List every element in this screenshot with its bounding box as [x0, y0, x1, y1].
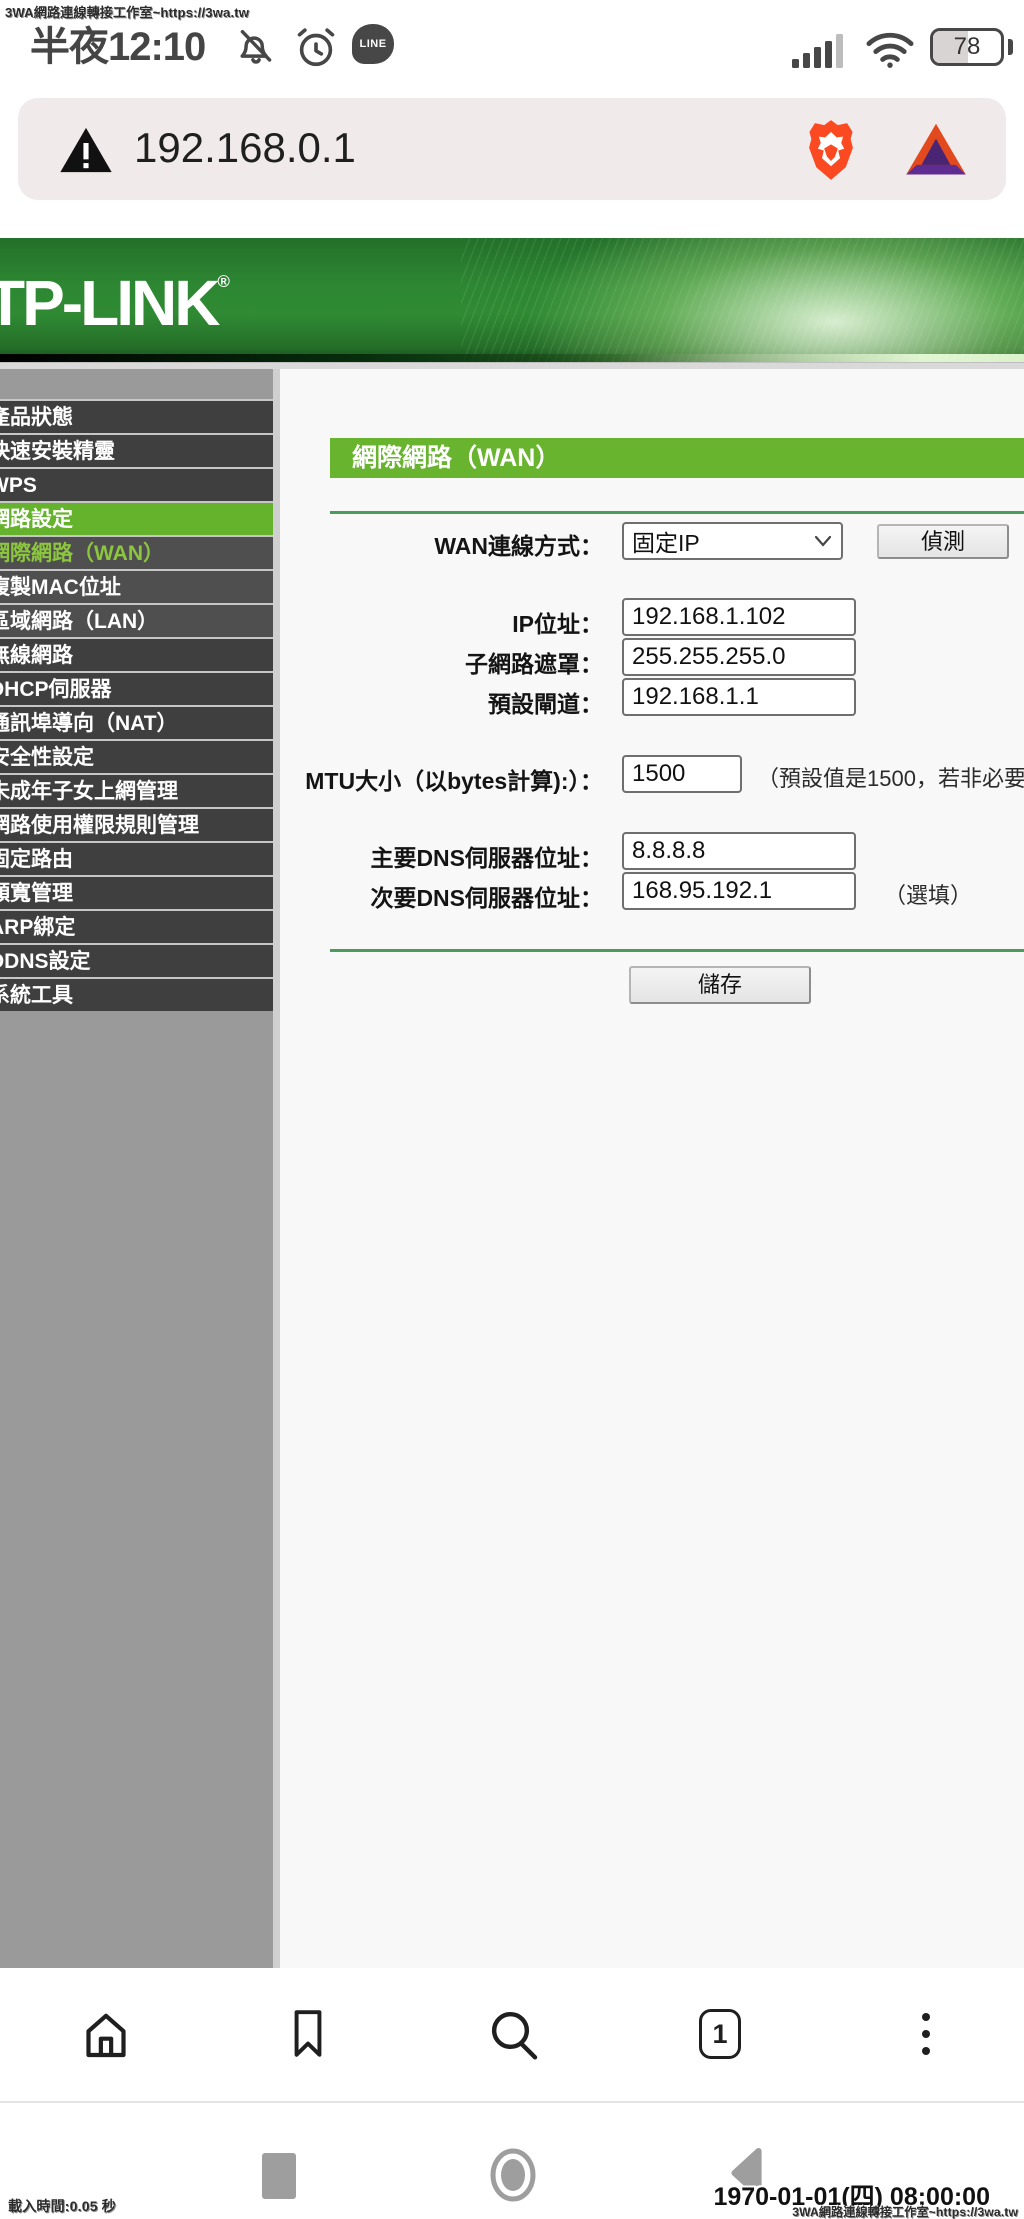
sidebar-item-wan[interactable]: 網際網路（WAN）: [0, 535, 273, 569]
sidebar-item-mac-clone[interactable]: 複製MAC位址: [0, 569, 273, 603]
search-button[interactable]: [482, 2002, 546, 2066]
dns2-input[interactable]: [622, 872, 856, 910]
home-circle-icon[interactable]: [489, 2147, 537, 2203]
detect-button[interactable]: 偵測: [877, 524, 1009, 559]
sidebar-item-system-tools[interactable]: 系統工具: [0, 977, 273, 1011]
sidebar-item-quick-setup[interactable]: 快速安裝精靈: [0, 433, 273, 467]
wan-mode-label: WAN連線方式：: [250, 527, 603, 561]
dns1-label: 主要DNS伺服器位址：: [250, 839, 603, 873]
mtu-input[interactable]: [622, 755, 742, 793]
router-admin-page: 產品狀態 快速安裝精靈 WPS 網路設定 網際網路（WAN） 複製MAC位址 區…: [0, 369, 1024, 1968]
divider-top: [330, 511, 1024, 514]
bat-rewards-icon[interactable]: [904, 122, 968, 178]
dns2-label: 次要DNS伺服器位址：: [250, 879, 603, 913]
watermark-bottom: 3WA網路連線轉接工作室~https://3wa.tw: [792, 2203, 1018, 2219]
alarm-clock-icon: [293, 24, 339, 70]
sidebar-item-static-routing[interactable]: 固定路由: [0, 841, 273, 875]
signal-icon: [792, 34, 843, 68]
sidebar-item-wireless[interactable]: 無線網路: [0, 637, 273, 671]
sidebar-item-status[interactable]: 產品狀態: [0, 399, 273, 433]
sidebar-item-network-settings[interactable]: 網路設定: [0, 501, 273, 535]
sidebar-header-spacer: [0, 369, 273, 399]
recents-icon[interactable]: [262, 2153, 296, 2199]
browser-menu-button[interactable]: [894, 2002, 958, 2066]
sidebar-item-ddns[interactable]: DDNS設定: [0, 943, 273, 977]
sidebar-item-nat[interactable]: 通訊埠導向（NAT）: [0, 705, 273, 739]
gateway-label: 預設閘道：: [250, 685, 603, 719]
sidebar-menu: 產品狀態 快速安裝精靈 WPS 網路設定 網際網路（WAN） 複製MAC位址 區…: [0, 369, 273, 1968]
status-bar: 半夜12:10 LINE 78: [0, 8, 1024, 70]
banner-bottom-edge: [0, 354, 1024, 362]
page-title: 網際網路（WAN）: [330, 438, 1024, 478]
url-bar[interactable]: 192.168.0.1: [18, 98, 1006, 200]
menu-dots-icon: [922, 2013, 930, 2055]
home-button[interactable]: [74, 2002, 138, 2066]
phone-screen: 3WA網路連線轉接工作室~https://3wa.tw 半夜12:10 LINE…: [0, 0, 1024, 2219]
browser-toolbar: 1: [0, 1968, 1024, 2101]
save-button[interactable]: 儲存: [629, 966, 811, 1004]
dns2-note: （選填）: [884, 878, 972, 910]
tab-counter: 1: [699, 2009, 741, 2059]
bookmark-icon: [283, 2007, 333, 2061]
sidebar-item-lan[interactable]: 區域網路（LAN）: [0, 603, 273, 637]
load-time-watermark: 載入時間:0.05 秒: [8, 2196, 116, 2216]
sidebar-item-access-control[interactable]: 網路使用權限規則管理: [0, 807, 273, 841]
sidebar-item-dhcp[interactable]: DHCP伺服器: [0, 671, 273, 705]
wifi-icon: [864, 30, 916, 70]
wan-type-value: 固定IP: [632, 524, 813, 558]
mask-label: 子網路遮罩：: [250, 645, 603, 679]
mtu-note: （預設值是1500，若非必要請勿更: [757, 761, 1024, 793]
tab-switcher-button[interactable]: 1: [688, 2002, 752, 2066]
divider-bottom: [330, 949, 1024, 952]
search-icon: [486, 2006, 542, 2062]
bell-muted-icon: [234, 24, 278, 68]
battery-icon: 78: [930, 28, 1004, 66]
url-text[interactable]: 192.168.0.1: [134, 124, 356, 172]
tplink-logo: TP-LINK®: [0, 266, 230, 340]
sidebar-item-bandwidth-control[interactable]: 頻寬管理: [0, 875, 273, 909]
banner-glow-decoration: [524, 238, 1024, 362]
home-icon: [78, 2006, 134, 2062]
banner-underline: [0, 362, 1024, 369]
wan-type-select[interactable]: 固定IP: [622, 522, 843, 560]
sidebar-item-security[interactable]: 安全性設定: [0, 739, 273, 773]
mtu-label: MTU大小（以bytes計算):）：: [250, 762, 603, 796]
mask-input[interactable]: [622, 638, 856, 676]
chevron-down-icon: [813, 534, 833, 548]
ip-label: IP位址：: [250, 605, 603, 639]
ip-input[interactable]: [622, 598, 856, 636]
gateway-input[interactable]: [622, 678, 856, 716]
warning-icon: [58, 124, 114, 176]
battery-nub: [1008, 39, 1013, 55]
line-app-icon: LINE: [352, 24, 394, 64]
sidebar-item-arp-binding[interactable]: ARP綁定: [0, 909, 273, 943]
sidebar-item-parental-control[interactable]: 未成年子女上網管理: [0, 773, 273, 807]
status-time: 半夜12:10: [30, 14, 205, 72]
tplink-banner: TP-LINK®: [0, 238, 1024, 362]
bookmarks-button[interactable]: [276, 2002, 340, 2066]
brave-lion-icon[interactable]: [800, 116, 862, 184]
sidebar-item-wps[interactable]: WPS: [0, 467, 273, 501]
dns1-input[interactable]: [622, 832, 856, 870]
battery-percent: 78: [954, 33, 981, 61]
